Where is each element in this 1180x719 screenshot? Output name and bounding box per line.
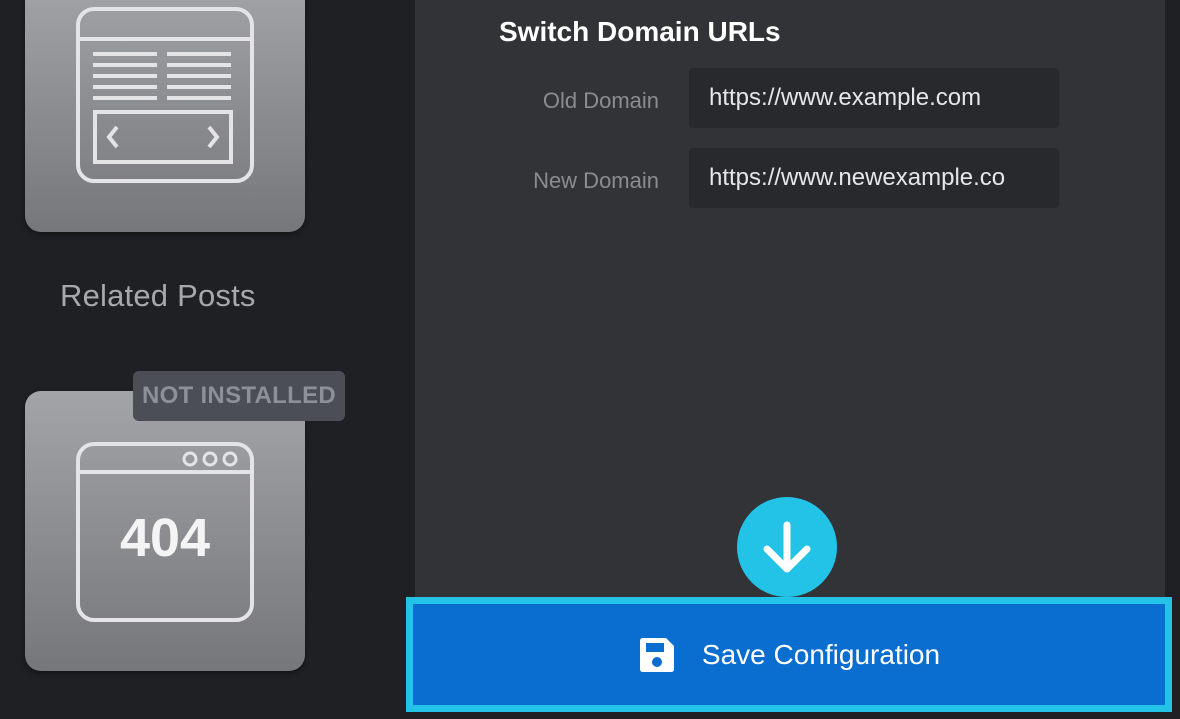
new-domain-label: New Domain (533, 168, 659, 193)
old-domain-label: Old Domain (542, 88, 659, 113)
save-button-label: Save Configuration (701, 638, 941, 670)
new-domain-input[interactable]: https://www.newexample.co (689, 148, 1059, 208)
floppy-disk-icon (638, 636, 676, 674)
404-page-module-icon: 404 (76, 442, 254, 622)
related-posts-label: Related Posts (60, 278, 256, 313)
slider-module-icon (76, 7, 254, 183)
slider-module-card[interactable] (25, 0, 305, 232)
old-domain-input[interactable]: https://www.example.com (689, 68, 1059, 128)
404-icon-text: 404 (120, 508, 210, 568)
arrow-down-icon (737, 497, 837, 597)
save-configuration-button[interactable]: Save Configuration (406, 597, 1172, 712)
not-installed-badge: NOT INSTALLED (133, 371, 345, 421)
404-module-card[interactable]: 404 (25, 391, 305, 671)
panel-title: Switch Domain URLs (499, 16, 781, 47)
sidebar: Related Posts 404 NOT INSTALLED (0, 0, 415, 719)
